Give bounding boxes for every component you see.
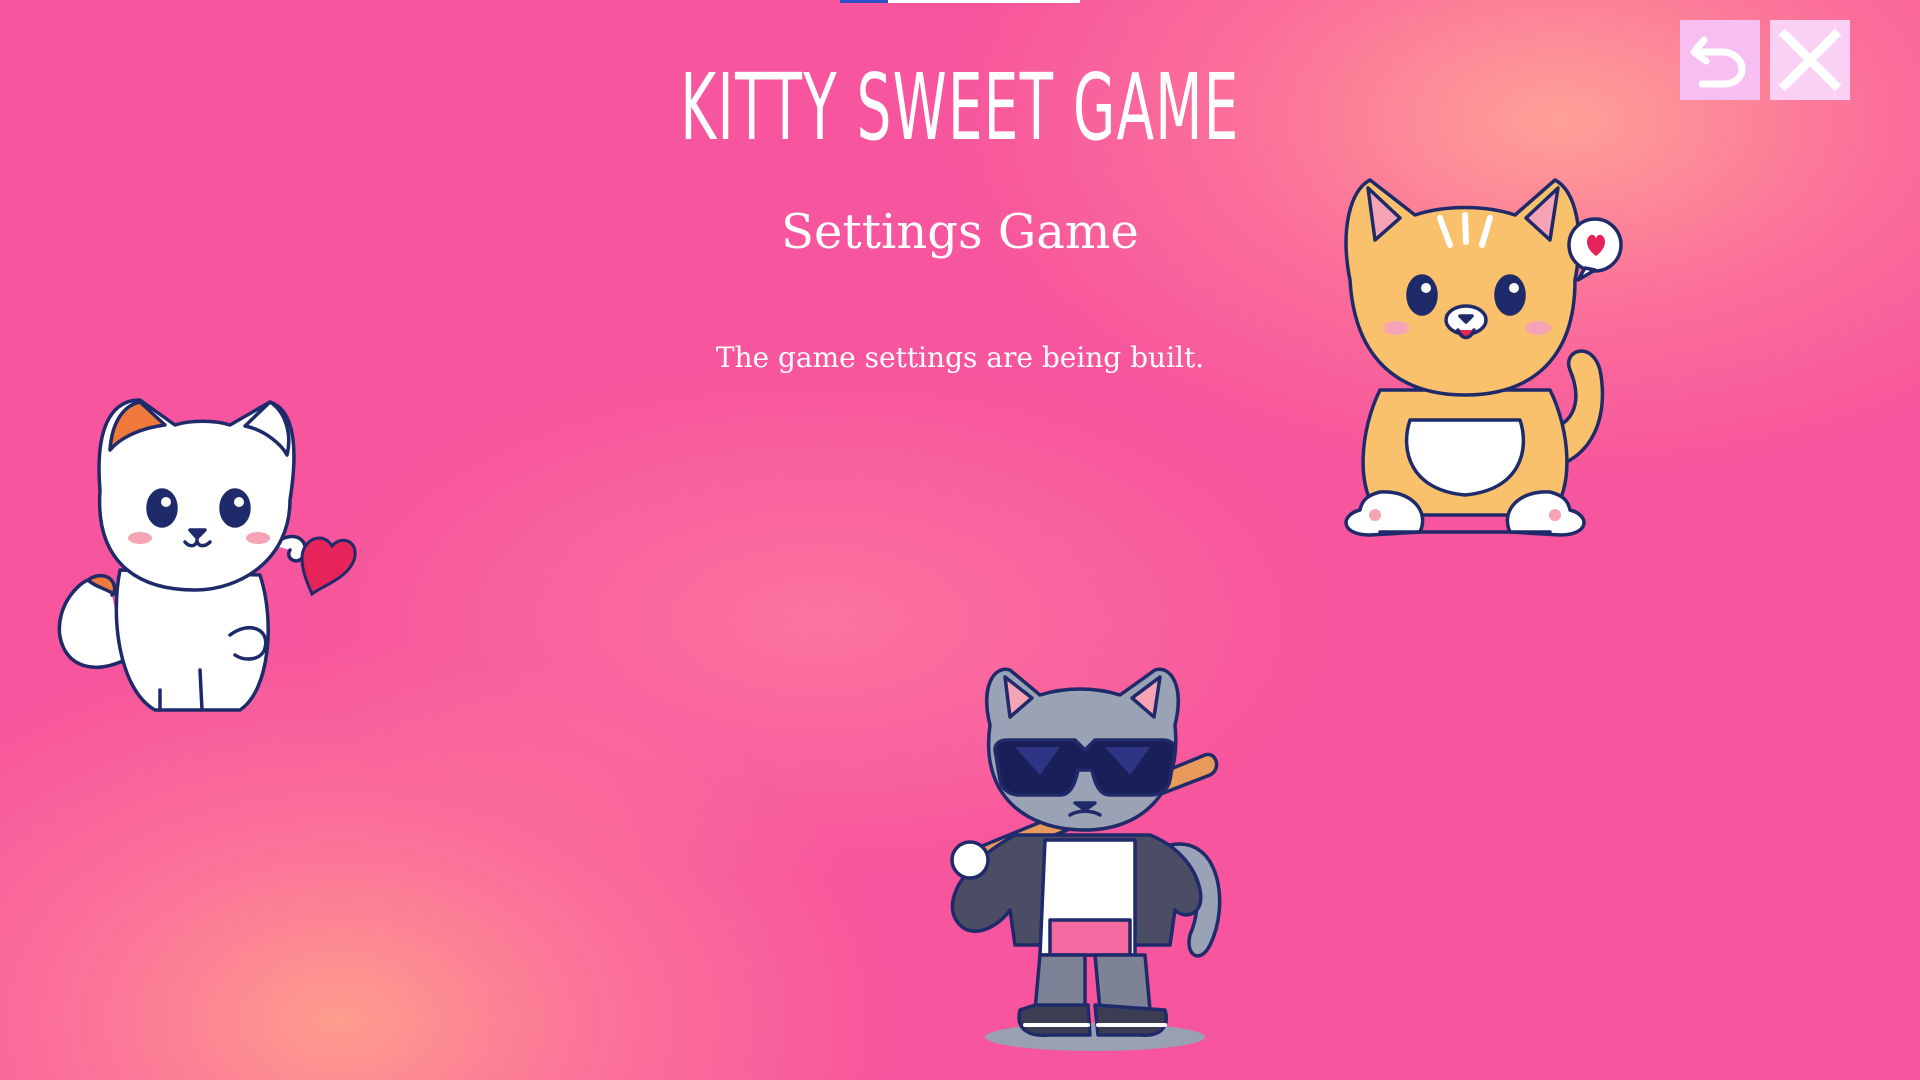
- close-button[interactable]: [1770, 20, 1850, 100]
- orange-cat-illustration: [1344, 178, 1623, 537]
- top-strip-indicator: [840, 0, 1080, 3]
- back-button[interactable]: [1680, 20, 1760, 100]
- close-x-icon: [1778, 28, 1842, 92]
- white-cat-heart-illustration: [57, 398, 357, 712]
- game-title: KITTY SWEET GAME: [680, 54, 1240, 161]
- cool-cat-illustration: [950, 667, 1222, 1051]
- undo-arrow-icon: [1690, 36, 1746, 88]
- top-strip-fill: [840, 0, 888, 3]
